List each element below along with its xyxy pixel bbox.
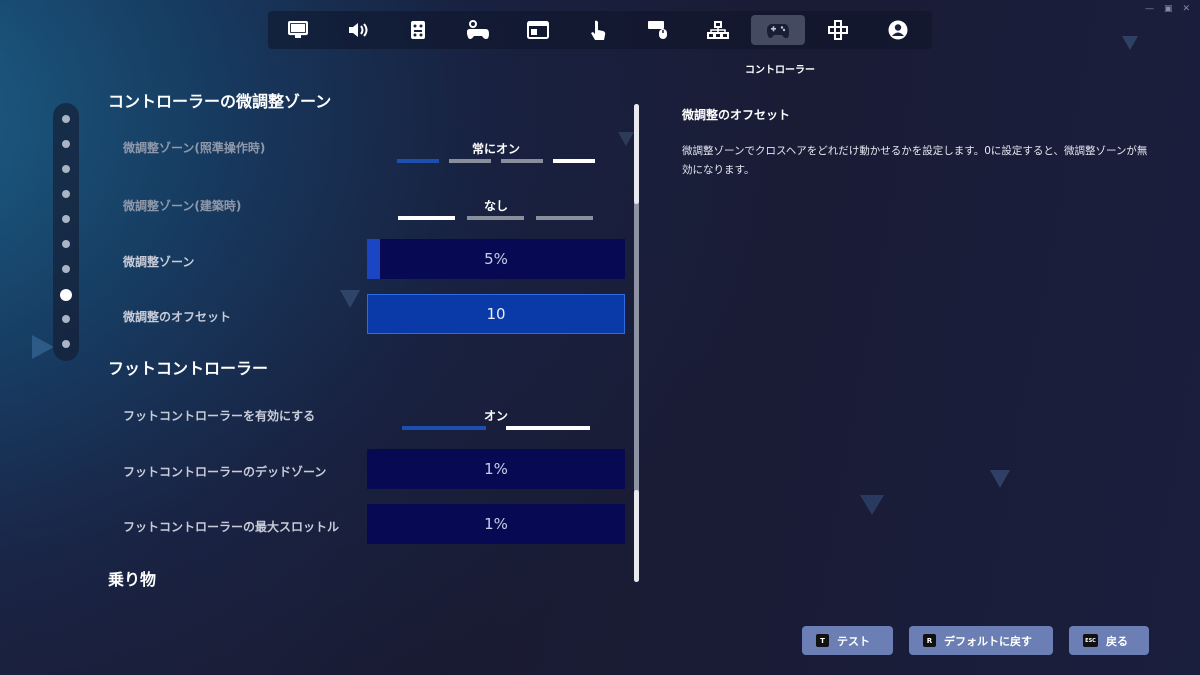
gamepad-icon — [767, 24, 789, 38]
section-title-foot-controller: フットコントローラー — [108, 359, 269, 378]
description-body: 微調整ゾーンでクロスヘアをどれだけ動かせるかを設定します。0に設定すると、微調整… — [682, 145, 1148, 176]
keyboard-mouse-icon — [648, 21, 667, 39]
scrollbar-thumb-bottom[interactable] — [634, 490, 639, 582]
offset-slider[interactable]: 10 — [367, 294, 625, 334]
row-label-foot-enable: フットコントローラーを有効にする — [123, 409, 316, 423]
section-title-vehicles: 乗り物 — [108, 570, 157, 589]
slider-value: 1% — [484, 460, 508, 478]
back-button[interactable]: ESC 戻る — [1069, 626, 1149, 655]
selector-segment — [536, 216, 593, 220]
decor-triangle — [860, 495, 884, 515]
tab-input[interactable] — [448, 11, 508, 49]
tab-game-ui[interactable] — [508, 11, 568, 49]
row-label-aim-zone: 微調整ゾーン(照準操作時) — [123, 141, 266, 155]
foot-deadzone-slider[interactable]: 1% — [367, 449, 625, 489]
section-dot-active[interactable] — [60, 289, 72, 301]
settings-tab-bar — [268, 11, 932, 49]
row-label-fine-zone: 微調整ゾーン — [123, 255, 195, 269]
slider-value: 1% — [484, 515, 508, 533]
decor-triangle — [618, 132, 634, 146]
test-button-label: テスト — [837, 634, 870, 648]
decor-triangle — [340, 290, 360, 308]
minimize-icon[interactable]: — — [1145, 4, 1154, 14]
tab-controller[interactable] — [748, 11, 808, 49]
slider-value: 10 — [486, 305, 506, 323]
section-dot[interactable] — [62, 315, 70, 323]
section-title-aim-assist-zone: コントローラーの微調整ゾーン — [108, 92, 332, 111]
key-hint: R — [923, 634, 936, 647]
section-dot[interactable] — [62, 165, 70, 173]
section-dot[interactable] — [62, 140, 70, 148]
touch-icon — [591, 20, 606, 40]
section-dot[interactable] — [62, 190, 70, 198]
section-dot[interactable] — [62, 115, 70, 123]
close-icon[interactable]: ✕ — [1182, 4, 1190, 14]
decor-triangle — [32, 335, 54, 359]
gamepad-settings-icon — [467, 20, 489, 39]
foot-throttle-slider[interactable]: 1% — [367, 504, 625, 544]
selector-segment-selected — [553, 159, 595, 163]
selector-segment — [402, 426, 486, 430]
section-dot[interactable] — [62, 215, 70, 223]
section-scroll-indicator — [53, 103, 79, 361]
decor-triangle — [1122, 36, 1138, 50]
reset-defaults-button[interactable]: R デフォルトに戻す — [909, 626, 1053, 655]
tab-controller-bindings[interactable] — [808, 11, 868, 49]
aim-zone-selector-value[interactable]: 常にオン — [456, 140, 536, 157]
monitor-icon — [288, 21, 308, 38]
slider-fill — [367, 239, 380, 279]
window-controls: — ▣ ✕ — [1145, 4, 1190, 14]
build-zone-selector-value[interactable]: なし — [456, 197, 536, 214]
settings-scrollbar[interactable] — [634, 104, 639, 582]
selector-segment — [501, 159, 543, 163]
key-hint: ESC — [1083, 634, 1098, 647]
tab-account[interactable] — [868, 11, 928, 49]
tab-accessibility[interactable] — [388, 11, 448, 49]
selector-segment-selected — [398, 216, 455, 220]
tab-display[interactable] — [268, 11, 328, 49]
scrollbar-thumb-top[interactable] — [634, 104, 639, 204]
section-dot[interactable] — [62, 240, 70, 248]
section-dot[interactable] — [62, 265, 70, 273]
key-hint: T — [816, 634, 829, 647]
row-label-foot-deadzone: フットコントローラーのデッドゾーン — [123, 465, 327, 479]
selector-segment-selected — [506, 426, 590, 430]
tab-touch[interactable] — [568, 11, 628, 49]
tab-keyboard-mouse[interactable] — [628, 11, 688, 49]
row-label-offset: 微調整のオフセット — [123, 310, 232, 324]
foot-enable-selector-value[interactable]: オン — [456, 407, 536, 424]
controller-layout-icon — [411, 21, 425, 39]
network-icon — [707, 21, 729, 39]
row-label-build-zone: 微調整ゾーン(建築時) — [123, 199, 242, 213]
row-label-foot-throttle: フットコントローラーの最大スロットル — [123, 520, 340, 534]
selector-segment — [449, 159, 491, 163]
test-button[interactable]: T テスト — [802, 626, 893, 655]
back-button-label: 戻る — [1106, 634, 1128, 648]
tab-network[interactable] — [688, 11, 748, 49]
active-tab-label: コントローラー — [745, 65, 815, 76]
reset-button-label: デフォルトに戻す — [944, 634, 1032, 648]
description-title: 微調整のオフセット — [682, 108, 791, 122]
selector-segment — [397, 159, 439, 163]
window-icon — [527, 21, 549, 39]
tab-audio[interactable] — [328, 11, 388, 49]
restore-icon[interactable]: ▣ — [1164, 4, 1173, 14]
decor-triangle — [990, 470, 1010, 488]
section-dot[interactable] — [62, 340, 70, 348]
selector-segment — [467, 216, 524, 220]
speaker-icon — [349, 23, 368, 37]
account-icon — [888, 20, 908, 40]
slider-value: 5% — [484, 250, 508, 268]
dpad-icon — [828, 20, 848, 40]
fine-zone-slider[interactable]: 5% — [367, 239, 625, 279]
